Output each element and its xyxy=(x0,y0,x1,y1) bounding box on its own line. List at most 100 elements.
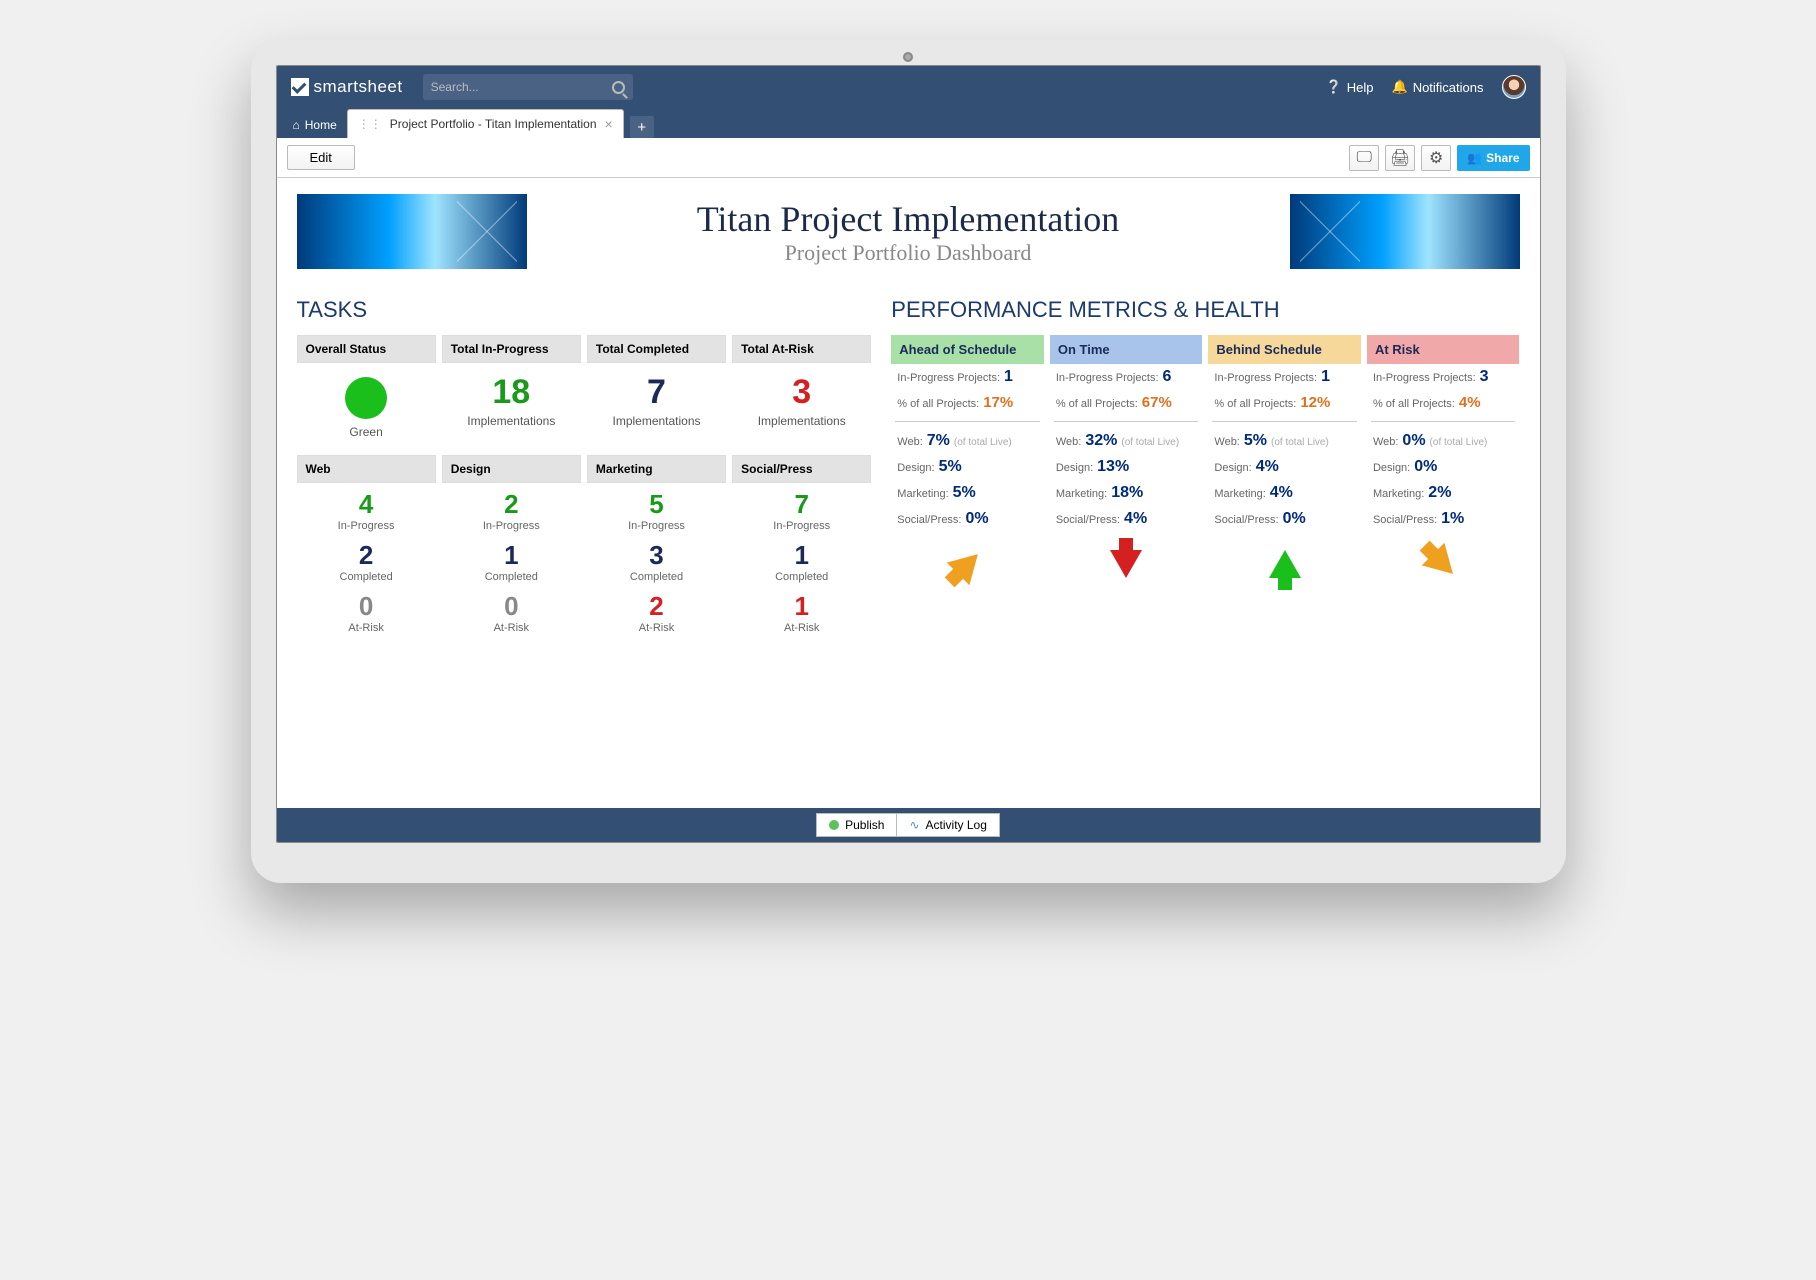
gear-icon: ⚙ xyxy=(1429,148,1443,168)
sub-label: In-Progress xyxy=(301,520,432,532)
perf-head: At Risk xyxy=(1367,335,1520,364)
home-icon: ⌂ xyxy=(293,118,300,132)
publish-label: Publish xyxy=(845,818,884,832)
publish-button[interactable]: Publish xyxy=(816,813,896,837)
page-title: Titan Project Implementation xyxy=(547,198,1270,240)
sub-label: Completed xyxy=(301,571,432,583)
people-icon: 👥 xyxy=(1467,151,1482,165)
task-category-card: Web 4In-Progress 2Completed 0At-Risk xyxy=(297,455,436,648)
search-icon xyxy=(612,81,625,94)
present-button[interactable]: 🖵 xyxy=(1349,145,1379,171)
sub-number: 7 xyxy=(736,489,867,520)
activity-label: Activity Log xyxy=(926,818,987,832)
card-head: Total At-Risk xyxy=(732,335,871,363)
tab-active[interactable]: ⋮⋮ Project Portfolio - Titan Implementat… xyxy=(347,109,624,138)
perf-column: Behind Schedule In-Progress Projects: 1 … xyxy=(1208,335,1361,599)
perf-column: Ahead of Schedule In-Progress Projects: … xyxy=(891,335,1044,599)
tab-home-label: Home xyxy=(305,118,337,132)
task-card: Total In-Progress18Implementations xyxy=(442,335,581,449)
help-link[interactable]: ❔ Help xyxy=(1326,79,1374,95)
close-icon[interactable]: × xyxy=(605,116,613,132)
task-category-card: Marketing5In-Progress3Completed2At-Risk xyxy=(587,455,726,648)
sub-number: 1 xyxy=(446,540,577,571)
sub-number: 2 xyxy=(446,489,577,520)
trend-arrow-icon xyxy=(1110,550,1142,578)
tasks-heading: TASKS xyxy=(297,297,872,323)
card-head: Total Completed xyxy=(587,335,726,363)
task-category-card: Social/Press7In-Progress1Completed1At-Ri… xyxy=(732,455,871,648)
sub-number: 2 xyxy=(301,540,432,571)
checkmark-icon xyxy=(291,78,309,96)
trend-arrow-icon xyxy=(946,543,988,585)
sub-label: Completed xyxy=(736,571,867,583)
task-card: Total Completed7Implementations xyxy=(587,335,726,449)
sub-label: In-Progress xyxy=(736,520,867,532)
sub-number: 1 xyxy=(736,540,867,571)
trend-arrow-icon xyxy=(1269,550,1301,578)
toolbar: Edit 🖵 🖨 ⚙ 👥 Share xyxy=(277,138,1540,178)
notifications-link[interactable]: 🔔 Notifications xyxy=(1392,79,1484,95)
sub-number: 2 xyxy=(591,591,722,622)
help-icon: ❔ xyxy=(1326,79,1342,95)
activity-icon: ∿ xyxy=(909,818,919,832)
sub-label: At-Risk xyxy=(591,622,722,634)
tabbar: ⌂ Home ⋮⋮ Project Portfolio - Titan Impl… xyxy=(277,108,1540,138)
card-head: Web xyxy=(297,455,436,483)
print-icon: 🖨 xyxy=(1390,148,1410,168)
print-button[interactable]: 🖨 xyxy=(1385,145,1415,171)
card-head: Marketing xyxy=(587,455,726,483)
dashboard-canvas: Titan Project Implementation Project Por… xyxy=(277,178,1540,808)
banner-left xyxy=(297,194,527,269)
search-input[interactable] xyxy=(431,80,612,94)
bell-icon: 🔔 xyxy=(1392,79,1408,95)
share-label: Share xyxy=(1486,151,1519,165)
metric-number: 3 xyxy=(736,373,867,412)
avatar[interactable] xyxy=(1502,75,1526,99)
globe-icon xyxy=(829,820,839,830)
sub-label: At-Risk xyxy=(301,622,432,634)
status-dot xyxy=(345,377,387,419)
sub-label: In-Progress xyxy=(446,520,577,532)
brand-text: smartsheet xyxy=(314,77,403,97)
settings-button[interactable]: ⚙ xyxy=(1421,145,1451,171)
sub-number: 0 xyxy=(446,591,577,622)
add-tab-button[interactable]: + xyxy=(630,116,654,138)
metric-label: Implementations xyxy=(736,414,867,428)
page-subtitle: Project Portfolio Dashboard xyxy=(547,240,1270,266)
task-card: Total At-Risk 3 Implementations xyxy=(732,335,871,449)
help-label: Help xyxy=(1347,80,1374,95)
tab-home[interactable]: ⌂ Home xyxy=(283,112,347,138)
card-head: Overall Status xyxy=(297,335,436,363)
bottom-bar: Publish ∿ Activity Log xyxy=(277,808,1540,842)
perf-head: On Time xyxy=(1050,335,1203,364)
metric-label: Implementations xyxy=(591,414,722,428)
sub-label: At-Risk xyxy=(446,622,577,634)
share-button[interactable]: 👥 Share xyxy=(1457,145,1529,171)
sub-number: 4 xyxy=(301,489,432,520)
perf-column: On Time In-Progress Projects: 6 % of all… xyxy=(1050,335,1203,599)
status-label: Green xyxy=(301,425,432,439)
card-head: Design xyxy=(442,455,581,483)
search-box[interactable] xyxy=(423,74,633,100)
task-card: Overall Status Green xyxy=(297,335,436,449)
brand-logo[interactable]: smartsheet xyxy=(291,77,403,97)
grip-icon: ⋮⋮ xyxy=(358,117,382,131)
sub-number: 1 xyxy=(736,591,867,622)
sub-number: 5 xyxy=(591,489,722,520)
sub-label: At-Risk xyxy=(736,622,867,634)
banner-right xyxy=(1290,194,1520,269)
trend-arrow-icon xyxy=(1422,543,1464,585)
tab-active-label: Project Portfolio - Titan Implementation xyxy=(390,117,597,131)
card-head: Social/Press xyxy=(732,455,871,483)
perf-column: At Risk In-Progress Projects: 3 % of all… xyxy=(1367,335,1520,599)
sub-number: 0 xyxy=(301,591,432,622)
activity-log-button[interactable]: ∿ Activity Log xyxy=(896,813,999,837)
metric-number: 18 xyxy=(446,373,577,412)
edit-button[interactable]: Edit xyxy=(287,145,355,170)
monitor-icon: 🖵 xyxy=(1356,149,1371,167)
sub-label: Completed xyxy=(591,571,722,583)
perf-head: Behind Schedule xyxy=(1208,335,1361,364)
sub-label: Completed xyxy=(446,571,577,583)
notifications-label: Notifications xyxy=(1413,80,1484,95)
perf-head: Ahead of Schedule xyxy=(891,335,1044,364)
